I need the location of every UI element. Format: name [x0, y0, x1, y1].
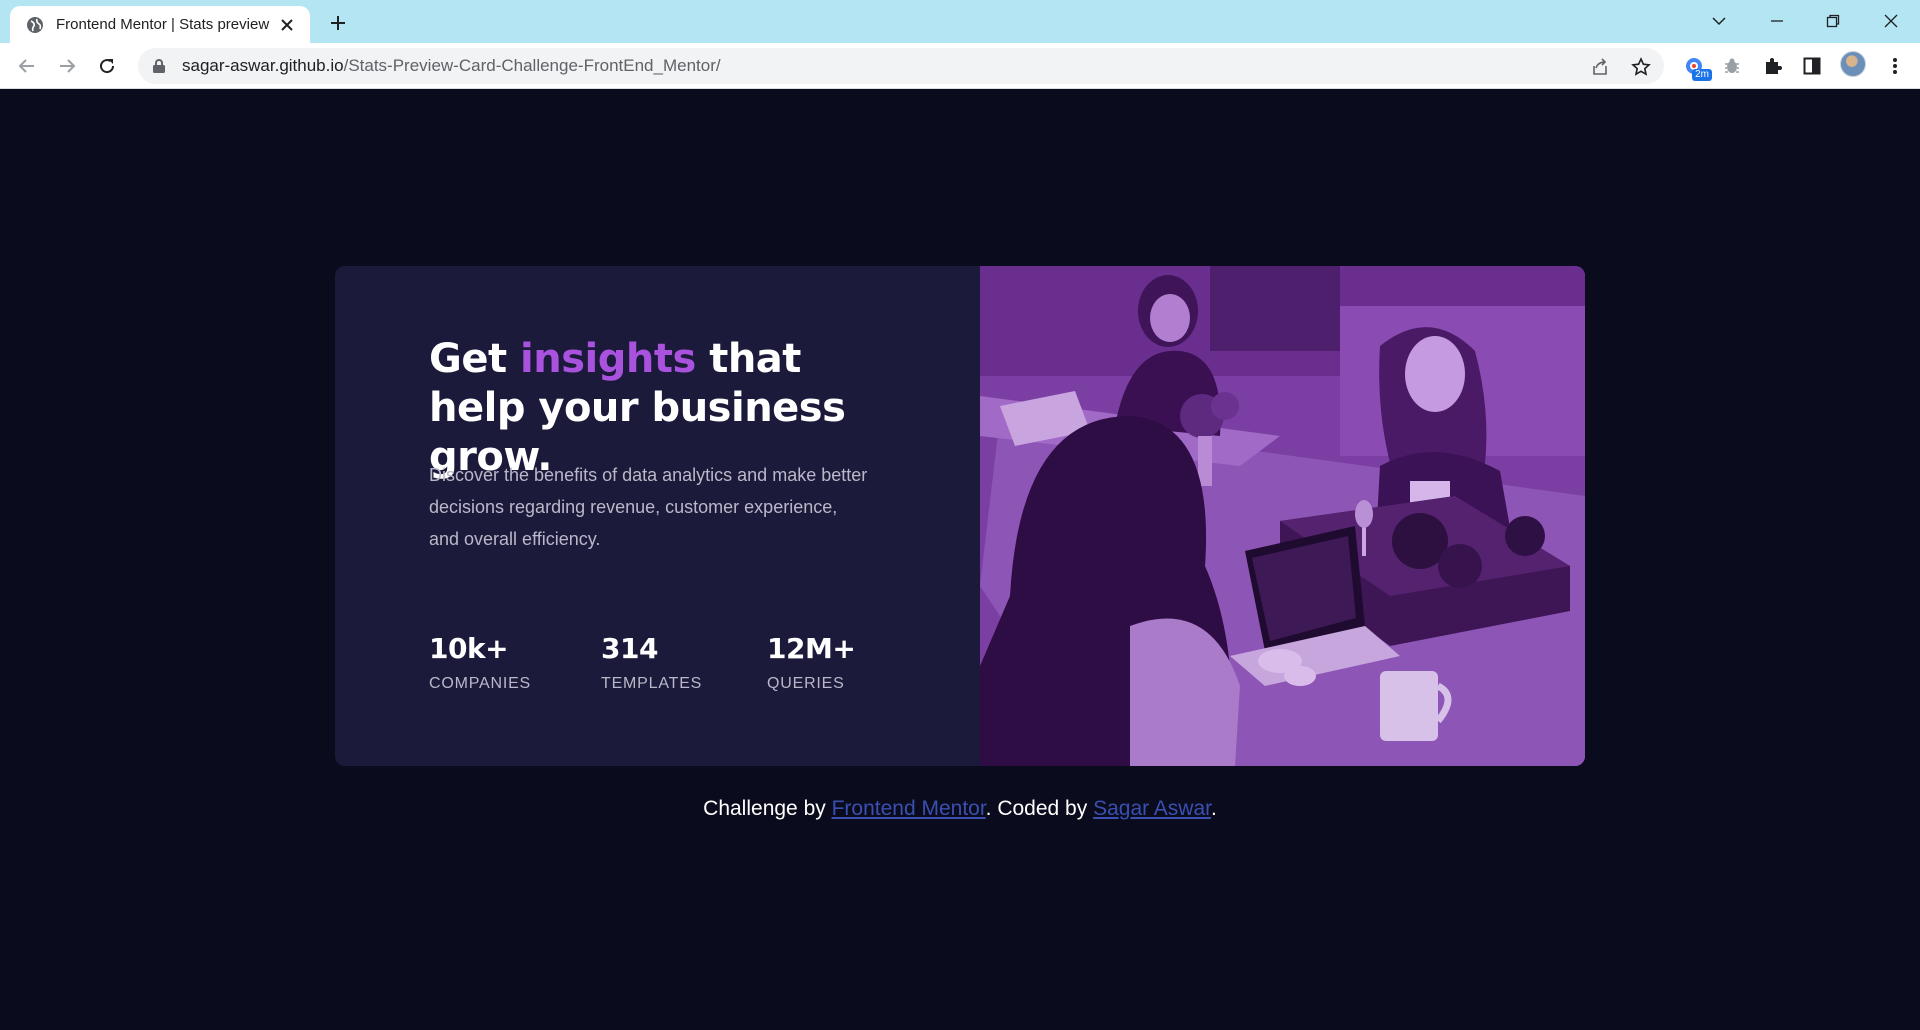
minimize-icon[interactable]: [1762, 6, 1792, 36]
side-panel-icon[interactable]: [1797, 51, 1827, 81]
back-arrow-icon[interactable]: [12, 51, 42, 81]
stat-label: QUERIES: [767, 675, 845, 692]
stat-templates: 314 TEMPLATES: [601, 632, 767, 693]
browser-toolbar: sagar-aswar.github.io/Stats-Preview-Card…: [0, 43, 1920, 89]
bug-extension-icon[interactable]: [1717, 51, 1747, 81]
extension-badge: 2m: [1692, 69, 1712, 81]
headline-accent: insights: [520, 336, 696, 382]
close-window-icon[interactable]: [1876, 6, 1906, 36]
stat-queries: 12M+ QUERIES: [767, 632, 887, 693]
frontend-mentor-link[interactable]: Frontend Mentor: [832, 797, 986, 820]
stat-value: 10k+: [429, 632, 509, 665]
address-bar[interactable]: sagar-aswar.github.io/Stats-Preview-Card…: [138, 48, 1664, 84]
card-text-section: Get insights that help your business gro…: [335, 266, 980, 766]
timer-extension-icon[interactable]: 2m: [1680, 51, 1712, 81]
share-icon[interactable]: [1590, 57, 1610, 77]
author-link[interactable]: Sagar Aswar: [1093, 797, 1211, 820]
bookmark-star-icon[interactable]: [1631, 57, 1651, 77]
forward-arrow-icon[interactable]: [52, 51, 82, 81]
stats-preview-card: Get insights that help your business gro…: [335, 266, 1585, 766]
stat-value: 314: [601, 632, 658, 665]
browser-tab-bar: Frontend Mentor | Stats preview: [0, 0, 1920, 43]
stats-row: 10k+ COMPANIES 314 TEMPLATES 12M+ QUERIE…: [429, 632, 887, 693]
globe-icon: [26, 16, 44, 34]
stat-companies: 10k+ COMPANIES: [429, 632, 601, 693]
reload-icon[interactable]: [92, 51, 122, 81]
extensions-puzzle-icon[interactable]: [1758, 51, 1788, 81]
page-body: Get insights that help your business gro…: [0, 89, 1920, 1030]
url-text: sagar-aswar.github.io/Stats-Preview-Card…: [182, 56, 721, 75]
office-team-image: [980, 266, 1585, 766]
profile-avatar[interactable]: [1840, 51, 1866, 77]
attribution-footer: Challenge by Frontend Mentor. Coded by S…: [703, 797, 1217, 820]
tab-search-chevron-icon[interactable]: [1704, 6, 1734, 36]
card-description: Discover the benefits of data analytics …: [429, 465, 868, 549]
stat-value: 12M+: [767, 632, 856, 665]
restore-icon[interactable]: [1818, 6, 1848, 36]
lock-icon[interactable]: [152, 58, 166, 74]
chrome-menu-icon[interactable]: [1880, 51, 1910, 81]
new-tab-plus-icon[interactable]: [325, 10, 351, 36]
close-tab-icon[interactable]: [276, 14, 298, 36]
tab-title: Frontend Mentor | Stats preview: [56, 16, 270, 33]
stat-label: TEMPLATES: [601, 675, 703, 692]
stat-label: COMPANIES: [429, 675, 532, 692]
browser-tab[interactable]: Frontend Mentor | Stats preview: [10, 6, 310, 43]
